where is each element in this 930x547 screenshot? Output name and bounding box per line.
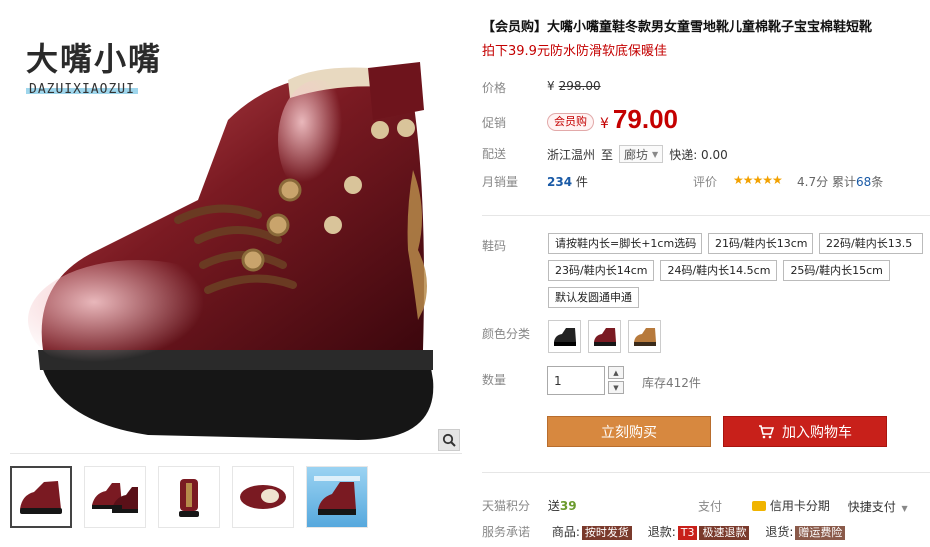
ship-to-city: 廊坊: [624, 147, 649, 162]
size-option[interactable]: 22码/鞋内长13.5: [819, 233, 923, 254]
color-option-black[interactable]: [548, 320, 581, 353]
thumbnail-1[interactable]: [10, 466, 72, 528]
points-row: 天猫积分 送39: [482, 497, 577, 514]
add-to-cart-button[interactable]: 加入购物车: [723, 416, 887, 447]
express-fee: 快递: 0.00: [669, 147, 728, 162]
review-count-label: 累计: [832, 175, 857, 189]
return-label: 退货:: [765, 525, 794, 539]
quantity-increase-button[interactable]: ▲: [608, 366, 624, 379]
monthly-sales-label: 月销量: [482, 175, 519, 189]
points-value: 39: [559, 499, 577, 513]
quantity-decrease-button[interactable]: ▼: [608, 381, 624, 394]
thumbnail-5[interactable]: [306, 466, 368, 528]
quick-pay-label: 快捷支付: [847, 499, 896, 514]
credit-card-icon: [751, 500, 766, 511]
promo-tag[interactable]: 会员购: [547, 113, 594, 131]
thumbnail-3[interactable]: [158, 466, 220, 528]
buy-now-label: 立刻购买: [601, 424, 657, 441]
monthly-sales-unit: 件: [575, 175, 588, 189]
service-row: 服务承诺 商品: 按时发货 退款: T3 极速退款 退货: 赠运费险: [482, 523, 846, 540]
stock-count: 库存412件: [642, 376, 701, 390]
refund-label: 退款:: [647, 525, 676, 539]
goods-label: 商品:: [551, 525, 580, 539]
size-option[interactable]: 请按鞋内长=脚长+1cm选码: [548, 233, 702, 254]
shipping-label: 配送: [482, 147, 507, 161]
current-price: ¥79.00: [600, 104, 678, 135]
boot-promo-thumb-icon: [314, 476, 360, 515]
main-product-image[interactable]: 大嘴小嘴 DAZUIXIAOZUI: [10, 10, 462, 454]
service-label: 服务承诺: [482, 525, 531, 539]
thumbnail-strip: [10, 466, 368, 528]
chevron-down-icon: ▼: [901, 503, 908, 513]
tan-boot-icon: [633, 327, 656, 346]
original-price-value: 298.00: [558, 79, 601, 93]
credit-installment[interactable]: 信用卡分期: [751, 497, 830, 514]
rating-stars-icon: ★★★★★: [733, 173, 783, 187]
review-count-unit: 条: [871, 175, 884, 189]
boot-top-thumb-icon: [240, 485, 286, 509]
fast-refund-badge[interactable]: 极速退款: [699, 526, 750, 540]
review-count[interactable]: 累计68条: [832, 173, 883, 190]
size-option[interactable]: 默认发圆通申通: [548, 287, 639, 308]
cart-icon: [759, 424, 774, 438]
burgundy-boot-icon: [593, 327, 616, 346]
color-label: 颜色分类: [482, 327, 531, 341]
boot-pair-thumb-icon: [92, 483, 138, 513]
magnifier-icon: [442, 433, 456, 447]
boot-illustration: [28, 62, 434, 440]
product-subtitle: 拍下39.9元防水防滑软底保暖佳: [482, 44, 667, 59]
color-options: [548, 320, 661, 353]
add-to-cart-label: 加入购物车: [782, 424, 852, 441]
quantity-label: 数量: [482, 373, 507, 387]
quick-pay[interactable]: 快捷支付 ▼: [848, 500, 908, 514]
payment-row: 支付 信用卡分期 快捷支付 ▼: [698, 497, 908, 515]
ontime-ship-badge[interactable]: 按时发货: [581, 526, 632, 540]
size-option[interactable]: 23码/鞋内长14cm: [548, 260, 655, 281]
payment-label: 支付: [698, 499, 723, 514]
color-option-tan[interactable]: [628, 320, 661, 353]
size-label: 鞋码: [482, 239, 507, 253]
size-option[interactable]: 21码/鞋内长13cm: [708, 233, 813, 254]
original-price-currency: ¥: [547, 79, 555, 93]
product-title: 【会员购】大嘴小嘴童鞋冬款男女童雪地靴儿童棉靴子宝宝棉鞋短靴: [482, 20, 873, 35]
size-option[interactable]: 25码/鞋内长15cm: [783, 260, 890, 281]
t3-badge: T3: [677, 526, 698, 540]
credit-installment-label: 信用卡分期: [769, 499, 830, 513]
original-price: ¥298.00: [547, 79, 601, 93]
current-price-value: 79.00: [612, 104, 678, 134]
buy-now-button[interactable]: 立刻购买: [547, 416, 711, 447]
divider: [482, 215, 930, 216]
review-count-number: 68: [856, 175, 872, 189]
shipping-info: 浙江温州 至 廊坊 ▼ 快递: 0.00: [547, 145, 728, 163]
boot-back-thumb-icon: [179, 479, 199, 517]
shipping-insurance-badge[interactable]: 赠运费险: [795, 526, 846, 540]
chevron-down-icon: ▼: [652, 149, 659, 159]
ship-to-word: 至: [601, 147, 614, 162]
rating-score: 4.7分: [797, 175, 829, 189]
points-prefix: 送: [547, 499, 560, 513]
ship-from: 浙江温州: [547, 147, 596, 162]
promo-label: 促销: [482, 116, 507, 130]
product-gallery: 大嘴小嘴 DAZUIXIAOZUI: [10, 10, 462, 528]
quantity-input[interactable]: [547, 366, 605, 395]
size-options: 请按鞋内长=脚长+1cm选码 21码/鞋内长13cm 22码/鞋内长13.5 2…: [548, 233, 930, 308]
review-label: 评价: [693, 175, 718, 189]
points-label: 天猫积分: [482, 499, 531, 513]
price-label: 价格: [482, 81, 507, 95]
ship-to-select[interactable]: 廊坊 ▼: [619, 145, 664, 163]
thumbnail-2[interactable]: [84, 466, 146, 528]
color-option-burgundy[interactable]: [588, 320, 621, 353]
divider: [482, 472, 930, 473]
monthly-sales-count: 234: [547, 175, 573, 189]
zoom-button[interactable]: [438, 429, 460, 451]
current-price-currency: ¥: [600, 116, 609, 132]
monthly-sales: 234 件: [547, 173, 588, 190]
boot-thumb-icon: [20, 481, 62, 514]
thumbnail-4[interactable]: [232, 466, 294, 528]
black-boot-icon: [553, 327, 576, 346]
size-option[interactable]: 24码/鞋内长14.5cm: [660, 260, 778, 281]
